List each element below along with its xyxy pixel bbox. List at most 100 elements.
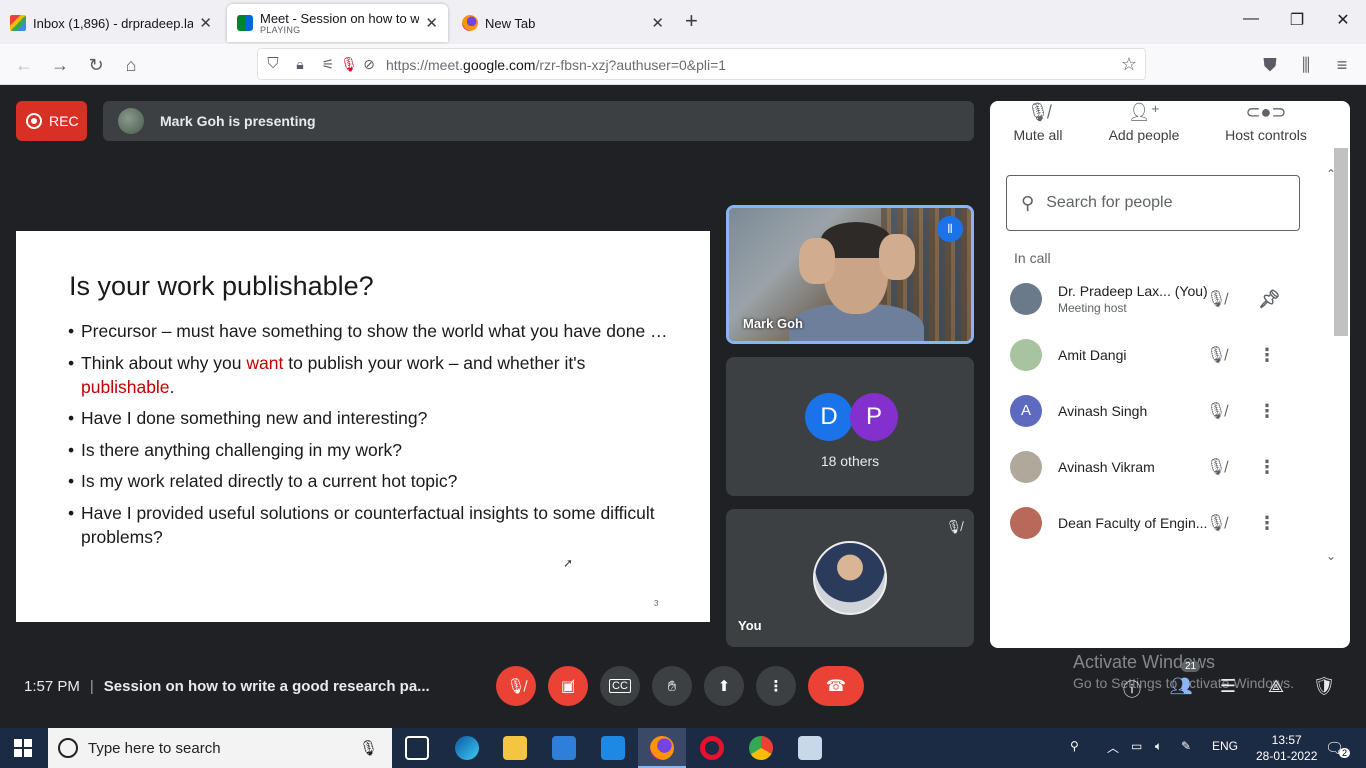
chat-icon[interactable]: ☰ (1215, 676, 1241, 697)
more-options-icon[interactable]: ⋮ (1258, 345, 1276, 366)
self-tile[interactable]: 🎙︎̸ You (726, 509, 974, 647)
present-now-button[interactable]: ⬆︎ (704, 666, 744, 706)
mail-icon[interactable] (601, 736, 625, 760)
menu-icon[interactable]: ≡ (1331, 54, 1353, 76)
participant-row[interactable]: Amit Dangi 🎙︎̸ ⋮ (1010, 331, 1310, 379)
present-screen-icon: ⬆︎ (717, 678, 731, 695)
store-icon[interactable] (552, 736, 576, 760)
slide-bullets: Precursor – must have something to show … (68, 319, 668, 556)
taskbar-search-box[interactable]: Type here to search 🎙︎ (48, 728, 392, 768)
close-tab-icon[interactable]: ✕ (199, 14, 212, 32)
host-controls-button[interactable]: ⊂●⊃ Host controls (1220, 101, 1312, 143)
more-options-icon[interactable]: ⋮ (1258, 457, 1276, 478)
pin-icon[interactable]: 📌︎ (1258, 289, 1281, 310)
close-window-button[interactable]: ✕ (1328, 10, 1358, 30)
mic-off-icon[interactable]: 🎙︎̸ (1206, 457, 1226, 477)
shield-icon[interactable]: ⛉ (262, 53, 284, 75)
network-icon[interactable]: ▭ (1131, 739, 1142, 753)
people-tray-icon[interactable]: ⚲ (1070, 739, 1079, 753)
paint-icon[interactable] (798, 736, 822, 760)
self-label: You (738, 618, 762, 633)
tab-playing-label: PLAYING (260, 25, 301, 35)
search-icon: ⚲ (1021, 192, 1035, 213)
pen-icon[interactable]: ✎ (1181, 739, 1191, 753)
camera-blocked-icon[interactable]: ⊘ (358, 53, 380, 75)
participant-row[interactable]: A Avinash Singh 🎙︎̸ ⋮ (1010, 387, 1310, 435)
task-view-icon[interactable] (405, 736, 429, 760)
bookmark-star-icon[interactable]: ☆ (1118, 53, 1140, 75)
firefox-taskbar-button[interactable] (638, 728, 686, 768)
back-icon[interactable]: ← (13, 54, 35, 76)
participant-row[interactable]: Avinash Vikram 🎙︎̸ ⋮ (1010, 443, 1310, 491)
volume-icon[interactable]: 🔈︎ (1155, 739, 1162, 754)
microphone-icon[interactable]: 🎙︎ (359, 739, 378, 757)
taskbar-clock[interactable]: 13:57 28-01-2022 (1256, 732, 1317, 764)
raise-hand-button[interactable]: ✋︎ (652, 666, 692, 706)
mute-all-button[interactable]: 🎙︎̸ Mute all (1012, 101, 1064, 143)
bullet-text: to publish your work – and whether it's (283, 352, 586, 373)
recording-badge[interactable]: REC (16, 101, 87, 141)
participant-row[interactable]: Dean Faculty of Engin... 🎙︎̸ ⋮ (1010, 499, 1310, 547)
close-tab-icon[interactable]: ✕ (651, 14, 664, 32)
activities-icon[interactable]: ⟁ (1263, 676, 1289, 697)
minimize-button[interactable]: — (1236, 10, 1266, 28)
mic-off-icon[interactable]: 🎙︎̸ (1206, 513, 1226, 533)
microphone-active-icon[interactable]: 🎙︎ (338, 53, 360, 75)
captions-icon: CC (609, 679, 631, 693)
tab-newtab[interactable]: New Tab ✕ (452, 4, 674, 42)
page-scrollbar[interactable] (1316, 85, 1334, 562)
participant-name: Amit Dangi (1058, 347, 1127, 363)
new-tab-button[interactable]: + (685, 10, 698, 32)
speaking-indicator-icon: ⦀ (937, 216, 963, 242)
library-icon[interactable]: ⫼ (1295, 54, 1317, 76)
add-people-button[interactable]: 👤︎⁺ Add people (1104, 101, 1184, 143)
lock-icon[interactable]: 🔒︎ (289, 53, 311, 75)
show-hidden-icons[interactable]: ︿ (1107, 739, 1119, 756)
forward-icon[interactable]: → (49, 54, 71, 76)
mic-off-icon[interactable]: 🎙︎̸ (1206, 401, 1226, 421)
pocket-icon[interactable]: ⛊ (1259, 54, 1281, 76)
permissions-icon[interactable]: ⚟ (317, 53, 339, 75)
tab-gmail[interactable]: Inbox (1,896) - drpradeep.laxkar ✕ (0, 4, 222, 42)
file-explorer-icon[interactable] (503, 736, 527, 760)
url-bar[interactable]: ⛉ 🔒︎ ⚟ 🎙︎ ⊘ https://meet.google.com/rzr-… (257, 48, 1146, 80)
mic-off-icon[interactable]: 🎙︎̸ (1206, 345, 1226, 365)
chrome-icon[interactable] (749, 736, 773, 760)
microphone-toggle-button[interactable]: 🎙︎̸ (496, 666, 536, 706)
windows-start-icon[interactable] (14, 739, 32, 757)
opera-icon[interactable] (700, 736, 724, 760)
participant-name: Avinash Vikram (1058, 459, 1155, 475)
windows-taskbar: Type here to search 🎙︎ ⚲ ︿ ▭ 🔈︎ ✎ ENG 13… (0, 728, 1366, 768)
home-icon[interactable]: ⌂ (120, 54, 142, 76)
participant-row[interactable]: Dr. Pradeep Lax... (You) Meeting host 🎙︎̸… (1010, 275, 1310, 323)
mic-off-icon[interactable]: 🎙︎̸ (1206, 289, 1226, 309)
page-scrollbar-thumb[interactable] (1334, 148, 1348, 336)
captions-button[interactable]: CC (600, 666, 640, 706)
people-icon[interactable]: 👥︎ (1168, 676, 1194, 697)
edge-icon[interactable] (455, 736, 479, 760)
bullet-text: . (169, 376, 175, 397)
slide-bullet: Have I provided useful solutions or coun… (68, 501, 668, 549)
host-controls-icon[interactable]: 🛡︎ (1311, 676, 1337, 697)
language-indicator[interactable]: ENG (1212, 739, 1238, 753)
presenter-video-tile[interactable]: ⦀ Mark Goh (726, 205, 974, 344)
taskbar-time: 13:57 (1271, 733, 1302, 747)
others-tile[interactable]: D P 18 others (726, 357, 974, 496)
more-options-icon[interactable]: ⋮ (1258, 401, 1276, 422)
toggle-icon: ⊂●⊃ (1245, 102, 1287, 122)
more-options-icon[interactable]: ⋮ (1258, 513, 1276, 534)
close-tab-icon[interactable]: ✕ (425, 14, 438, 32)
reload-icon[interactable]: ↻ (85, 54, 107, 76)
slide-bullet: Have I done something new and interestin… (68, 406, 668, 430)
presenter-avatar (118, 108, 144, 134)
tab-meet[interactable]: Meet - Session on how to write PLAYING ✕ (227, 4, 448, 42)
url-domain: google.com (463, 57, 536, 73)
more-options-button[interactable]: ⋮ (756, 666, 796, 706)
search-people-input[interactable]: ⚲ Search for people (1006, 175, 1300, 231)
camera-toggle-button[interactable]: ▣̸ (548, 666, 588, 706)
nav-bar: ← → ↻ ⌂ ⛉ 🔒︎ ⚟ 🎙︎ ⊘ https://meet.google.… (0, 44, 1366, 85)
restore-button[interactable]: ❐ (1282, 10, 1312, 30)
meeting-details-icon[interactable]: ⓘ (1119, 676, 1145, 702)
url-path: /rzr-fbsn-xzj?authuser=0&pli=1 (535, 57, 727, 73)
leave-call-button[interactable]: ☎︎ (808, 666, 864, 706)
